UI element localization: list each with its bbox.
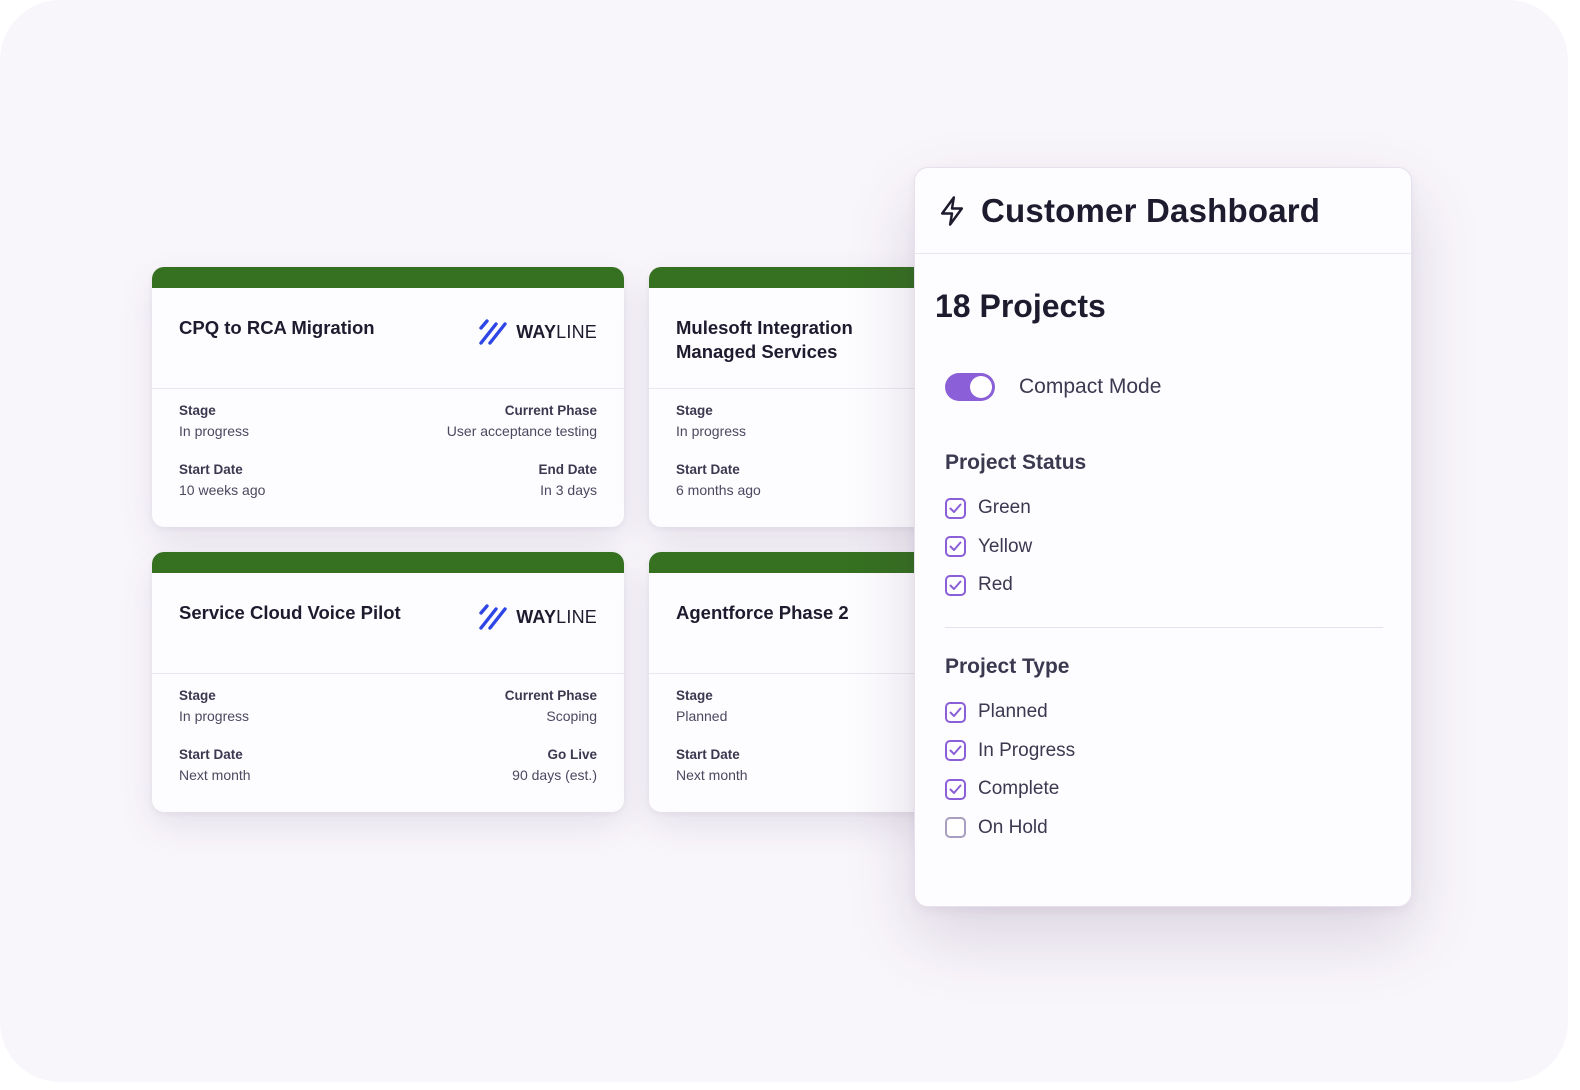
filter-option-planned[interactable]: Planned	[945, 693, 1383, 732]
project-count: 18 Projects	[935, 288, 1106, 324]
check-icon	[949, 580, 962, 590]
field-value: 6 months ago	[676, 482, 761, 498]
logo-wordmark: WAYLINE	[516, 321, 597, 342]
field-label: Stage	[676, 688, 713, 703]
field-value: Next month	[676, 767, 748, 783]
checkbox[interactable]	[945, 497, 966, 519]
checkbox[interactable]	[945, 574, 966, 596]
filter-option-complete[interactable]: Complete	[945, 770, 1383, 809]
checkbox[interactable]	[945, 740, 966, 762]
compact-mode-row: Compact Mode	[945, 373, 1161, 401]
field-label: Stage	[179, 403, 216, 418]
field-label: Start Date	[676, 462, 740, 477]
field-label: Current Phase	[504, 403, 597, 418]
field-value: Scoping	[546, 708, 597, 724]
filter-option-red[interactable]: Red	[945, 566, 1383, 605]
lightning-icon	[940, 195, 964, 226]
panel-title: Customer Dashboard	[981, 191, 1321, 229]
field-label: Go Live	[547, 747, 597, 762]
option-label: On Hold	[978, 816, 1048, 838]
canvas-background: CPQ to RCA Migration WAYLINE Stage In pro…	[0, 0, 1568, 1082]
compact-mode-toggle[interactable]	[945, 373, 995, 401]
check-icon	[949, 503, 962, 513]
option-label: Green	[978, 497, 1031, 519]
field-label: Stage	[179, 688, 216, 703]
status-bar	[152, 267, 624, 288]
check-icon	[949, 784, 962, 794]
field-label: Start Date	[676, 747, 740, 762]
status-bar	[152, 552, 624, 573]
checkbox[interactable]	[945, 778, 966, 800]
section-divider	[945, 627, 1383, 628]
checkbox[interactable]	[945, 701, 966, 723]
field-value: Next month	[179, 767, 251, 783]
field-label: End Date	[538, 462, 597, 477]
checkbox[interactable]	[945, 536, 966, 558]
panel-header: Customer Dashboard	[915, 168, 1411, 254]
section-title: Project Type	[945, 655, 1070, 678]
field-value: 10 weeks ago	[179, 482, 266, 498]
field-label: Start Date	[179, 747, 243, 762]
project-card[interactable]: Service Cloud Voice Pilot WAYLINE Stage I…	[152, 552, 624, 812]
logo-wordmark: WAYLINE	[516, 606, 597, 627]
field-label: Start Date	[179, 462, 243, 477]
wayline-logo-icon	[479, 319, 507, 345]
project-status-filter: Project Status Green Yellow Red	[945, 451, 1383, 605]
toggle-knob	[970, 376, 992, 398]
project-title: CPQ to RCA Migration	[179, 317, 375, 338]
field-value: In progress	[676, 423, 747, 439]
customer-dashboard-panel: Customer Dashboard 18 Projects Compact M…	[914, 167, 1412, 907]
field-value: In progress	[179, 423, 250, 439]
field-value: In 3 days	[540, 482, 597, 498]
check-icon	[949, 707, 962, 717]
field-value: Planned	[676, 708, 728, 724]
filter-option-yellow[interactable]: Yellow	[945, 528, 1383, 567]
client-logo: WAYLINE	[478, 318, 597, 346]
field-label: Current Phase	[504, 688, 597, 703]
filter-option-on-hold[interactable]: On Hold	[945, 809, 1383, 848]
project-card[interactable]: CPQ to RCA Migration WAYLINE Stage In pro…	[152, 267, 624, 527]
compact-mode-label: Compact Mode	[1019, 375, 1162, 398]
project-title: Service Cloud Voice Pilot	[179, 602, 401, 623]
project-type-filter: Project Type Planned In Progress Complet…	[945, 655, 1383, 847]
option-label: In Progress	[978, 739, 1076, 761]
field-value: 90 days (est.)	[512, 767, 597, 783]
checkbox[interactable]	[945, 817, 966, 839]
option-label: Complete	[978, 778, 1060, 800]
field-value: User acceptance testing	[446, 423, 597, 439]
filter-option-in-progress[interactable]: In Progress	[945, 732, 1383, 771]
section-title: Project Status	[945, 451, 1087, 474]
option-label: Planned	[978, 701, 1048, 723]
wayline-logo-icon	[479, 604, 507, 630]
check-icon	[949, 541, 962, 552]
client-logo: WAYLINE	[478, 603, 597, 631]
field-value: In progress	[179, 708, 250, 724]
field-label: Stage	[676, 403, 713, 418]
project-title: Mulesoft Integration Managed Services	[676, 317, 853, 362]
filter-option-green[interactable]: Green	[945, 489, 1383, 528]
check-icon	[949, 745, 962, 756]
option-label: Red	[978, 574, 1013, 596]
option-label: Yellow	[978, 535, 1033, 557]
